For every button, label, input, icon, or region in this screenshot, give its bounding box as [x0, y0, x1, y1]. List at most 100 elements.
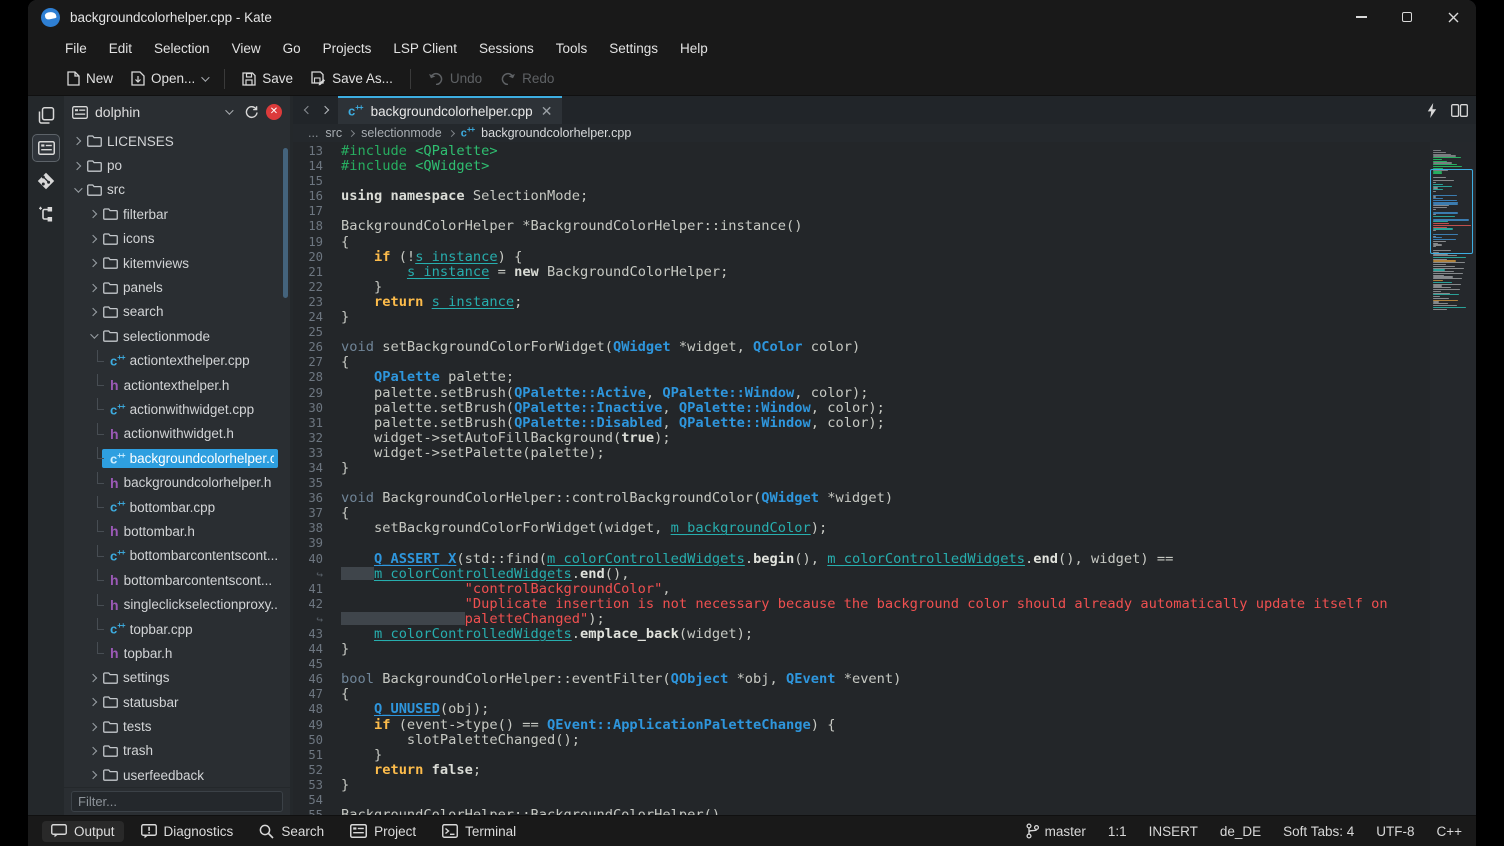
tree-item-filterbar[interactable]: filterbar — [64, 202, 290, 226]
chevron-right-icon[interactable] — [70, 138, 84, 144]
toolview-projects-button[interactable] — [32, 134, 60, 162]
open-button[interactable]: Open... — [122, 66, 216, 92]
code-line-wrap[interactable]: ↪m_colorControlledWidgets.end(), — [293, 567, 1476, 582]
maximize-button[interactable] — [1384, 0, 1430, 34]
save-as-button[interactable]: Save As... — [302, 66, 402, 92]
quick-open-bolt-icon[interactable] — [1427, 103, 1437, 118]
redo-button[interactable]: Redo — [491, 66, 563, 92]
code-line-26[interactable]: 26void setBackgroundColorForWidget(QWidg… — [293, 340, 1476, 355]
breadcrumb-src[interactable]: src — [325, 126, 342, 140]
menu-help[interactable]: Help — [669, 34, 719, 62]
chevron-right-icon[interactable] — [86, 772, 100, 778]
chevron-right-icon[interactable] — [86, 211, 100, 217]
menu-selection[interactable]: Selection — [143, 34, 221, 62]
code-line-41[interactable]: 41 "controlBackgroundColor", — [293, 582, 1476, 597]
tree-item-singleclickselectionproxy[interactable]: hsingleclickselectionproxy... — [64, 592, 290, 616]
status-de-de[interactable]: de_DE — [1220, 824, 1261, 839]
code-line-15[interactable]: 15 — [293, 174, 1476, 189]
breadcrumb-file[interactable]: backgroundcolorhelper.cpp — [481, 126, 631, 140]
code-line-32[interactable]: 32 widget->setAutoFillBackground(true); — [293, 431, 1476, 446]
menu-tools[interactable]: Tools — [545, 34, 599, 62]
tree-item-trash[interactable]: trash — [64, 739, 290, 763]
minimap[interactable] — [1433, 150, 1471, 310]
toolview-git-button[interactable] — [32, 167, 60, 195]
code-line-13[interactable]: 13#include <QPalette> — [293, 144, 1476, 159]
chevron-down-icon[interactable] — [70, 187, 84, 193]
code-line-36[interactable]: 36void BackgroundColorHelper::controlBac… — [293, 491, 1476, 506]
tree-item-actiontexthelper-h[interactable]: hactiontexthelper.h — [64, 373, 290, 397]
tree-item-panels[interactable]: panels — [64, 275, 290, 299]
toolview-tool-branches-button[interactable] — [32, 200, 60, 228]
code-line-34[interactable]: 34} — [293, 461, 1476, 476]
code-line-28[interactable]: 28 QPalette palette; — [293, 370, 1476, 385]
tree-item-icons[interactable]: icons — [64, 227, 290, 251]
code-line-44[interactable]: 44} — [293, 642, 1476, 657]
chevron-right-icon[interactable] — [86, 748, 100, 754]
breadcrumb-overflow[interactable]: ... — [308, 126, 318, 140]
tree-item-kitemviews[interactable]: kitemviews — [64, 251, 290, 275]
code-editor[interactable]: 13#include <QPalette>14#include <QWidget… — [293, 142, 1476, 815]
code-line-53[interactable]: 53} — [293, 778, 1476, 793]
status-soft-tabs-4[interactable]: Soft Tabs: 4 — [1283, 824, 1354, 839]
tab-close-icon[interactable]: ✕ — [541, 103, 553, 120]
chevron-right-icon[interactable] — [86, 236, 100, 242]
tree-item-actiontexthelper-cpp[interactable]: c++actiontexthelper.cpp — [64, 349, 290, 373]
code-line-30[interactable]: 30 palette.setBrush(QPalette::Inactive, … — [293, 401, 1476, 416]
tree-item-bottombarcontentscont[interactable]: c++bottombarcontentscont... — [64, 544, 290, 568]
statusbar-terminal-button[interactable]: Terminal — [433, 821, 525, 842]
chevron-right-icon[interactable] — [86, 724, 100, 730]
status-master[interactable]: master — [1026, 823, 1086, 839]
code-line-50[interactable]: 50 slotPaletteChanged(); — [293, 733, 1476, 748]
tree-item-po[interactable]: po — [64, 153, 290, 177]
tree-item-tests[interactable]: tests — [64, 714, 290, 738]
tree-item-actionwithwidget-h[interactable]: hactionwithwidget.h — [64, 422, 290, 446]
history-back-button[interactable] — [299, 96, 316, 124]
tree-item-bottombar-h[interactable]: hbottombar.h — [64, 519, 290, 543]
code-line-54[interactable]: 54 — [293, 793, 1476, 808]
code-line-22[interactable]: 22 } — [293, 280, 1476, 295]
chevron-down-icon[interactable] — [86, 333, 100, 339]
code-line-51[interactable]: 51 } — [293, 748, 1476, 763]
code-line-14[interactable]: 14#include <QWidget> — [293, 159, 1476, 174]
menu-settings[interactable]: Settings — [598, 34, 669, 62]
tree-item-statusbar[interactable]: statusbar — [64, 690, 290, 714]
code-line-47[interactable]: 47{ — [293, 687, 1476, 702]
status-insert[interactable]: INSERT — [1149, 824, 1198, 839]
code-line-16[interactable]: 16using namespace SelectionMode; — [293, 189, 1476, 204]
menu-lsp-client[interactable]: LSP Client — [382, 34, 468, 62]
tree-item-selectionmode[interactable]: selectionmode — [64, 324, 290, 348]
code-line-21[interactable]: 21 s_instance = new BackgroundColorHelpe… — [293, 265, 1476, 280]
code-line-31[interactable]: 31 palette.setBrush(QPalette::Disabled, … — [293, 416, 1476, 431]
code-line-35[interactable]: 35 — [293, 476, 1476, 491]
code-line-19[interactable]: 19{ — [293, 235, 1476, 250]
undo-button[interactable]: Undo — [419, 66, 491, 92]
minimize-button[interactable] — [1338, 0, 1384, 34]
menu-projects[interactable]: Projects — [312, 34, 383, 62]
code-line-37[interactable]: 37{ — [293, 506, 1476, 521]
tree-item-actionwithwidget-cpp[interactable]: c++actionwithwidget.cpp — [64, 397, 290, 421]
code-line-46[interactable]: 46bool BackgroundColorHelper::eventFilte… — [293, 672, 1476, 687]
code-line-49[interactable]: 49 if (event->type() == QEvent::Applicat… — [293, 718, 1476, 733]
code-line-55[interactable]: 55BackgroundColorHelper::BackgroundColor… — [293, 808, 1476, 815]
dropdown-chevron-icon[interactable] — [201, 73, 209, 81]
tree-item-userfeedback[interactable]: userfeedback — [64, 763, 290, 787]
history-forward-button[interactable] — [316, 96, 333, 124]
project-dropdown-chevron-icon[interactable] — [225, 106, 233, 114]
tree-item-backgroundcolorhelper-c[interactable]: c++backgroundcolorhelper.c... — [64, 446, 290, 470]
tree-item-backgroundcolorhelper-h[interactable]: hbackgroundcolorhelper.h — [64, 470, 290, 494]
code-line-40[interactable]: 40 Q_ASSERT_X(std::find(m_colorControlle… — [293, 552, 1476, 567]
tree-item-search[interactable]: search — [64, 300, 290, 324]
tree-item-src[interactable]: src — [64, 178, 290, 202]
tab-backgroundcolorhelper[interactable]: c++ backgroundcolorhelper.cpp ✕ — [338, 96, 562, 124]
code-line-29[interactable]: 29 palette.setBrush(QPalette::Active, QP… — [293, 386, 1476, 401]
tree-item-bottombar-cpp[interactable]: c++bottombar.cpp — [64, 495, 290, 519]
chevron-right-icon[interactable] — [86, 309, 100, 315]
statusbar-project-button[interactable]: Project — [341, 821, 425, 842]
code-line-23[interactable]: 23 return s_instance; — [293, 295, 1476, 310]
code-line-wrap[interactable]: ↪paletteChanged"); — [293, 612, 1476, 627]
statusbar-output-button[interactable]: Output — [42, 821, 124, 842]
close-button[interactable] — [1430, 0, 1476, 34]
tree-scrollbar[interactable] — [283, 148, 288, 298]
code-line-27[interactable]: 27{ — [293, 355, 1476, 370]
code-line-48[interactable]: 48 Q_UNUSED(obj); — [293, 702, 1476, 717]
